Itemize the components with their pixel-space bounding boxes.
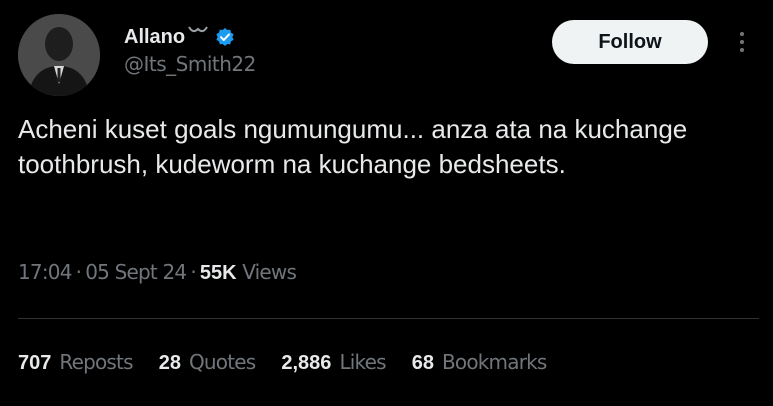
divider	[18, 318, 759, 319]
stat-bookmarks[interactable]: 68 Bookmarks	[411, 350, 548, 375]
tweet-date[interactable]: 05 Sept 24	[85, 260, 187, 284]
stat-count: 68	[411, 352, 434, 374]
dot	[740, 40, 744, 44]
follow-button[interactable]: Follow	[552, 20, 708, 64]
meta-separator: ·	[75, 260, 82, 284]
views-count: 55K	[199, 262, 237, 284]
tweet-time[interactable]: 17:04	[18, 260, 72, 284]
verified-badge-icon[interactable]	[215, 27, 235, 47]
tweet-meta: 17:04 · 05 Sept 24 · 55K Views	[18, 260, 297, 285]
stat-likes[interactable]: 2,886 Likes	[281, 350, 386, 375]
dot	[740, 32, 744, 36]
stat-reposts[interactable]: 707 Reposts	[18, 350, 134, 375]
stat-quotes[interactable]: 28 Quotes	[159, 350, 256, 375]
engagement-stats: 707 Reposts 28 Quotes 2,886 Likes 68 Boo…	[18, 350, 573, 375]
avatar[interactable]	[18, 14, 100, 96]
views-label: Views	[242, 260, 297, 284]
stat-count: 707	[18, 352, 52, 374]
stat-label: Quotes	[188, 350, 256, 374]
display-name[interactable]: Allano	[124, 26, 185, 49]
more-vertical-icon[interactable]	[730, 26, 754, 58]
heart-emoji-icon	[187, 23, 209, 41]
stat-label: Likes	[339, 350, 386, 374]
stat-label: Reposts	[59, 350, 133, 374]
author-handle[interactable]: @Its_Smith22	[124, 52, 256, 76]
stat-count: 2,886	[281, 352, 332, 374]
tweet-text: Acheni kuset goals ngumungumu... anza at…	[18, 114, 688, 179]
author-name-row[interactable]: Allano	[124, 24, 235, 50]
stat-label: Bookmarks	[441, 350, 547, 374]
avatar-image	[18, 14, 100, 96]
dot	[740, 48, 744, 52]
meta-separator: ·	[190, 260, 196, 284]
stat-count: 28	[158, 352, 181, 374]
